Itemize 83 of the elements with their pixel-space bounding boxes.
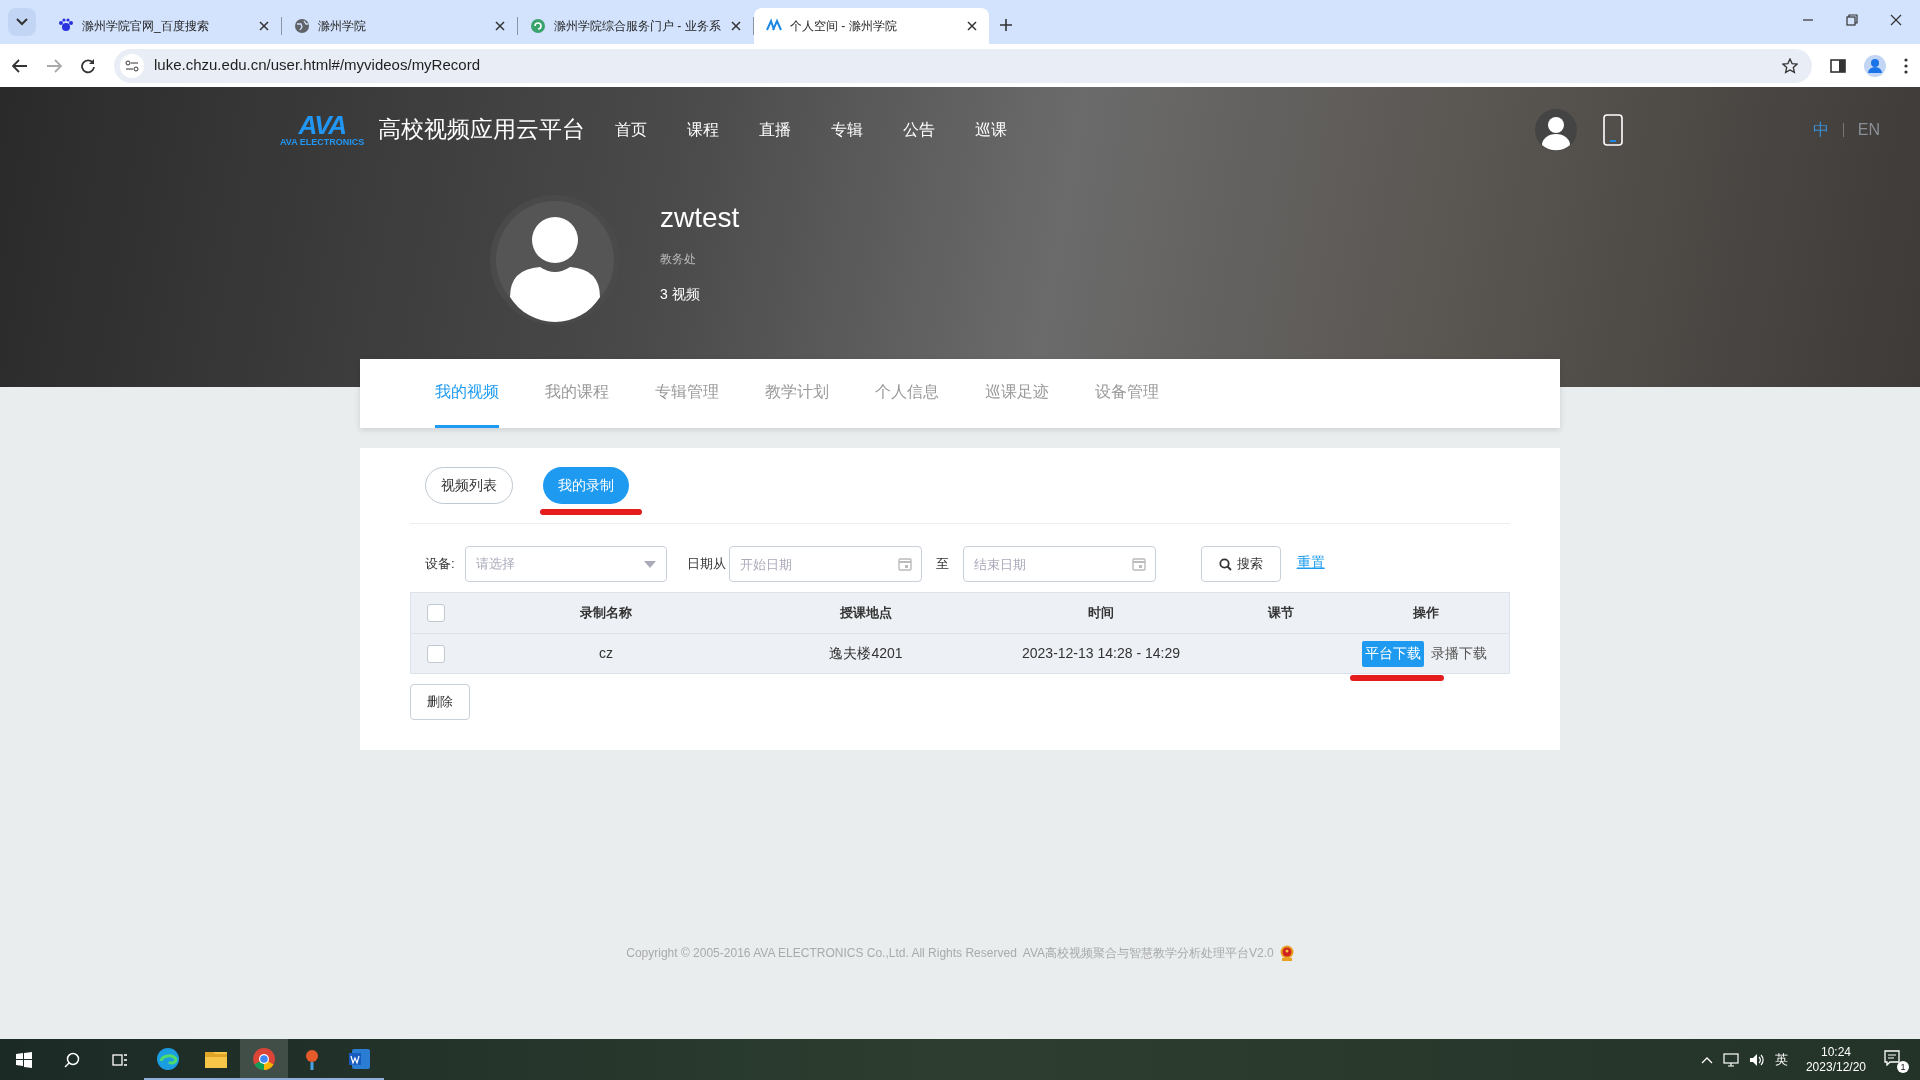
site-icon bbox=[294, 18, 310, 34]
police-badge-icon bbox=[1279, 945, 1294, 961]
nav-link[interactable]: 首页 bbox=[615, 117, 688, 142]
logo-caption: AVA ELECTRONICS bbox=[280, 136, 365, 147]
close-icon[interactable] bbox=[967, 21, 977, 31]
dropdown-caret-icon bbox=[643, 560, 656, 568]
department-text: 教务处 bbox=[660, 251, 697, 268]
column-header: 录制名称 bbox=[579, 604, 633, 623]
table-cell-text: 2023-12-13 14:28 - 14:29 bbox=[1021, 644, 1181, 663]
new-tab-icon[interactable] bbox=[999, 18, 1013, 32]
back-icon[interactable] bbox=[12, 58, 28, 73]
tab-list-button[interactable] bbox=[8, 8, 36, 36]
sub-tab[interactable]: 视频列表 bbox=[425, 467, 513, 504]
chevron-up-icon[interactable] bbox=[1700, 1055, 1713, 1064]
video-count: 3 视频 bbox=[660, 285, 701, 304]
reload-icon[interactable] bbox=[80, 57, 96, 74]
site-settings-icon[interactable] bbox=[125, 59, 139, 72]
table-cell-text: 逸夫楼4201 bbox=[828, 644, 904, 663]
user-avatar-icon[interactable] bbox=[1534, 108, 1577, 151]
table-cell-text: cz bbox=[598, 644, 614, 663]
nav-link[interactable]: 课程 bbox=[687, 117, 760, 142]
side-panel-icon[interactable] bbox=[1830, 57, 1846, 74]
volume-icon[interactable] bbox=[1748, 1052, 1765, 1067]
close-icon[interactable] bbox=[259, 21, 269, 31]
browser-tab[interactable]: 滁州学院 bbox=[282, 8, 517, 44]
task-view-icon[interactable] bbox=[112, 1051, 128, 1068]
filter-label: 至 bbox=[935, 555, 949, 574]
browser-tab[interactable]: 个人空间 - 滁州学院 bbox=[754, 8, 989, 44]
column-header: 操作 bbox=[1412, 604, 1440, 623]
start-icon[interactable] bbox=[16, 1051, 32, 1068]
browser-tab[interactable]: 滁州学院官网_百度搜索 bbox=[46, 8, 281, 44]
menu-icon[interactable] bbox=[1904, 57, 1908, 74]
filter-label: 设备: bbox=[425, 555, 455, 574]
nav-link[interactable]: 直播 bbox=[759, 117, 832, 142]
logo-mark: AVA bbox=[298, 112, 346, 137]
edge-browser-icon[interactable] bbox=[156, 1046, 180, 1071]
close-icon[interactable] bbox=[495, 21, 505, 31]
nav-link[interactable]: 巡课 bbox=[975, 117, 1048, 142]
notification-button[interactable]: 1 bbox=[1884, 1049, 1906, 1070]
input-method-indicator[interactable]: 英 bbox=[1774, 1049, 1788, 1070]
tab-title: 滁州学院官网_百度搜索 bbox=[82, 18, 210, 35]
download-button[interactable]: 录播下载 bbox=[1428, 640, 1490, 667]
date-field[interactable]: 开始日期 bbox=[728, 546, 922, 582]
search-icon[interactable] bbox=[64, 1051, 80, 1068]
select-placeholder: 请选择 bbox=[475, 555, 516, 574]
nav-link[interactable]: 专辑 bbox=[831, 117, 904, 142]
tab-title: 滁州学院综合服务门户 - 业务系 bbox=[554, 18, 722, 35]
search-button[interactable]: 搜索 bbox=[1200, 546, 1281, 582]
column-header: 授课地点 bbox=[839, 604, 893, 623]
checkbox[interactable] bbox=[427, 604, 445, 622]
search-icon bbox=[1218, 557, 1232, 571]
close-icon[interactable] bbox=[731, 21, 741, 31]
nav-link[interactable]: 公告 bbox=[903, 117, 976, 142]
delete-button[interactable]: 删除 bbox=[410, 684, 470, 720]
notification-count: 1 bbox=[1897, 1060, 1909, 1073]
close-icon[interactable] bbox=[1890, 14, 1902, 26]
word-document-icon[interactable] bbox=[348, 1046, 372, 1071]
star-icon[interactable] bbox=[1782, 57, 1798, 74]
copyright-text: Copyright © 2005-2016 AVA ELECTRONICS Co.,Ltd. All Rights Reserved AVA高校视频聚合与智慧教学分析处理平台V2.0 bbox=[626, 945, 1274, 962]
restore-icon[interactable] bbox=[1846, 14, 1858, 26]
site-icon bbox=[530, 18, 546, 34]
url-text: luke.chzu.edu.cn/user.html#/myvideos/myRecord bbox=[154, 55, 481, 76]
column-header: 时间 bbox=[1087, 604, 1115, 623]
calendar-icon bbox=[897, 557, 912, 571]
tab-title: 滁州学院 bbox=[318, 18, 367, 35]
tab-title: 个人空间 - 滁州学院 bbox=[790, 18, 898, 35]
clock[interactable]: 10:24 2023/12/20 bbox=[1805, 1044, 1866, 1075]
notification-icon bbox=[1884, 1049, 1900, 1066]
date-field[interactable]: 结束日期 bbox=[962, 546, 1156, 582]
chevron-down-icon bbox=[16, 18, 28, 26]
user-name: zwtest bbox=[660, 201, 740, 235]
filter-label: 日期从 bbox=[686, 555, 726, 574]
checkbox[interactable] bbox=[427, 644, 445, 663]
profile-icon[interactable] bbox=[1864, 54, 1886, 77]
browser-tab[interactable]: 滁州学院综合服务门户 - 业务系 bbox=[518, 8, 753, 44]
site-icon bbox=[58, 18, 74, 34]
mobile-phone-icon[interactable] bbox=[1602, 113, 1623, 146]
column-header: 课节 bbox=[1266, 604, 1295, 623]
site-title: 高校视频应用云平台 bbox=[378, 115, 586, 145]
address-bar[interactable]: luke.chzu.edu.cn/user.html#/myvideos/myRecord bbox=[114, 48, 1812, 83]
chrome-browser-icon[interactable] bbox=[252, 1046, 276, 1071]
calendar-icon bbox=[1131, 557, 1146, 571]
network-icon[interactable] bbox=[1722, 1052, 1739, 1067]
